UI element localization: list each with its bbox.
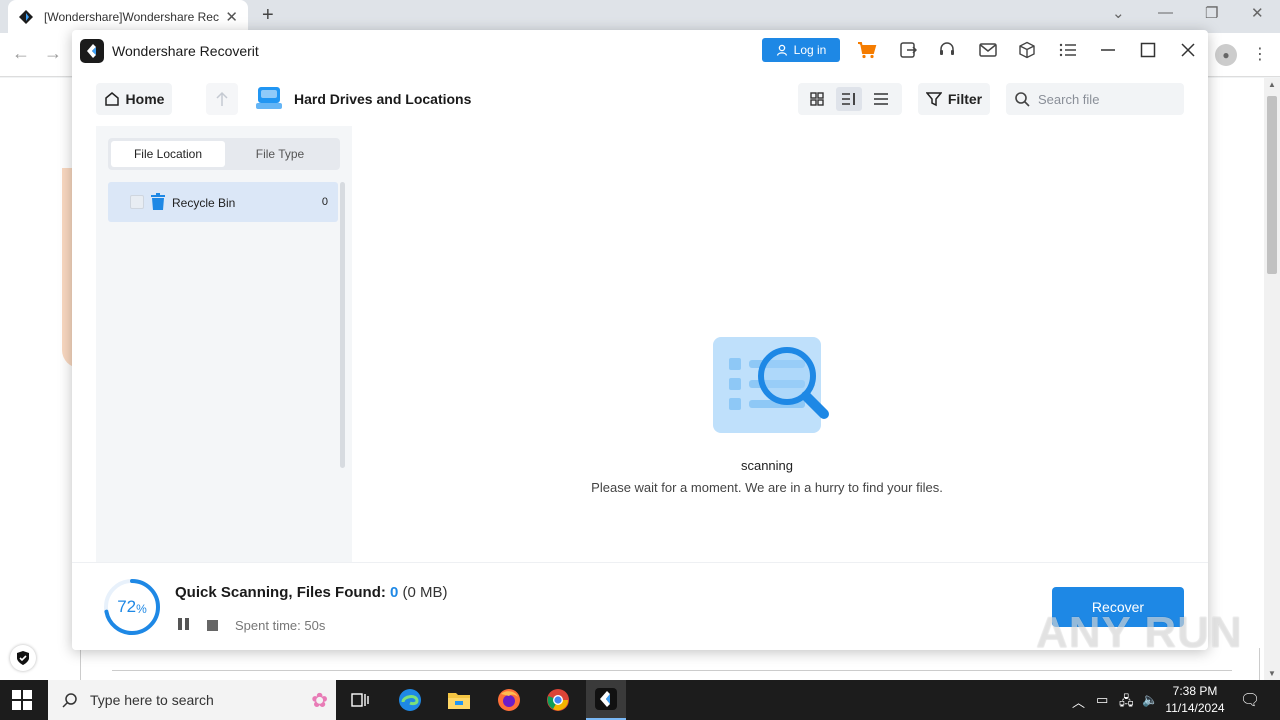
file-explorer-icon[interactable]: [439, 686, 479, 714]
browser-tab[interactable]: [Wondershare]Wondershare Rec ✕: [8, 0, 248, 33]
scanning-status-message: Please wait for a moment. We are in a hu…: [591, 480, 943, 495]
taskbar-search-placeholder: Type here to search: [90, 692, 214, 708]
files-found-size: (0 MB): [402, 584, 448, 601]
notification-icon[interactable]: 🗨: [1240, 690, 1260, 710]
app-minimize-icon[interactable]: [1097, 39, 1119, 61]
taskbar-search-box[interactable]: Type here to search ✿: [48, 680, 336, 720]
recoverit-favicon-icon: [19, 9, 33, 24]
cart-icon[interactable]: [856, 39, 878, 61]
tree-item-recycle-bin[interactable]: Recycle Bin 0: [108, 182, 338, 222]
lotus-search-highlight-icon: ✿: [311, 689, 328, 712]
clock-date: 11/14/2024: [1165, 701, 1225, 715]
chrome-icon[interactable]: [538, 686, 578, 714]
tab-file-location[interactable]: File Location: [111, 141, 225, 167]
clock-time: 7:38 PM: [1172, 684, 1218, 698]
firefox-icon[interactable]: [489, 686, 529, 714]
edge-icon[interactable]: [390, 686, 430, 714]
login-button[interactable]: Log in: [762, 38, 840, 62]
mail-icon[interactable]: [977, 39, 999, 61]
browser-restore-icon[interactable]: ❐: [1205, 4, 1218, 22]
up-arrow-button[interactable]: [206, 83, 238, 115]
app-maximize-icon[interactable]: [1137, 39, 1159, 61]
location-title: Hard Drives and Locations: [294, 91, 472, 107]
grid-view-icon[interactable]: [804, 87, 830, 111]
pause-icon[interactable]: [178, 618, 192, 632]
list-view-icon[interactable]: [868, 87, 894, 111]
tab-close-icon[interactable]: ✕: [225, 8, 238, 26]
shield-check-icon[interactable]: [10, 645, 36, 671]
scanning-illustration-icon: [713, 337, 829, 433]
progress-value: 72: [117, 597, 137, 616]
recycle-bin-icon: [151, 193, 165, 210]
scrollbar-thumb[interactable]: [1267, 96, 1277, 274]
export-icon[interactable]: [897, 39, 919, 61]
browser-minimize-icon[interactable]: —: [1158, 4, 1173, 21]
files-found-count: 0: [390, 584, 399, 601]
battery-icon[interactable]: ▭: [1096, 692, 1108, 708]
recycle-bin-checkbox[interactable]: [130, 195, 144, 209]
search-box: [1006, 83, 1184, 115]
windows-taskbar: Type here to search ✿ ︿ ▭ 🖧 🔈 7:38 PM 11…: [0, 680, 1280, 720]
scroll-up-icon[interactable]: ▲: [1268, 80, 1276, 89]
network-icon[interactable]: 🖧: [1119, 692, 1134, 714]
task-view-icon[interactable]: [340, 686, 380, 714]
app-toolbar: Home Hard Drives and Locations Filter: [72, 72, 1208, 126]
recoverit-window: Wondershare Recoverit Log in Home Hard D…: [72, 30, 1208, 650]
anyrun-watermark: ANY RUN: [1036, 608, 1243, 657]
hard-drive-icon: [256, 87, 282, 109]
profile-avatar-icon[interactable]: ●: [1215, 44, 1237, 66]
home-icon: [104, 92, 119, 106]
browser-tab-strip: [Wondershare]Wondershare Rec ✕ + ⌄ — ❐ ✕: [0, 0, 1280, 33]
filter-label: Filter: [947, 91, 983, 107]
forward-arrow-icon[interactable]: →: [44, 43, 62, 64]
progress-percent: 72%: [102, 577, 162, 637]
app-title-bar: Wondershare Recoverit Log in: [72, 30, 1208, 72]
recoverit-logo-icon: [80, 39, 104, 63]
app-title: Wondershare Recoverit: [112, 43, 259, 59]
page-divider: [112, 670, 1232, 671]
tree-item-count: 0: [321, 196, 328, 208]
back-arrow-icon[interactable]: ←: [12, 43, 30, 64]
user-icon: [776, 44, 787, 56]
detail-view-icon[interactable]: [836, 87, 862, 111]
up-arrow-icon: [216, 91, 228, 106]
sidebar-tab-switch: File Location File Type: [108, 138, 340, 170]
recoverit-taskbar-icon[interactable]: [586, 680, 626, 720]
browser-close-icon[interactable]: ✕: [1251, 4, 1264, 22]
menu-list-icon[interactable]: [1057, 39, 1079, 61]
tab-file-type[interactable]: File Type: [223, 141, 337, 167]
tab-search-chevron-icon[interactable]: ⌄: [1112, 4, 1125, 22]
headset-icon[interactable]: [936, 39, 958, 61]
cube-icon[interactable]: [1016, 39, 1038, 61]
scan-status-prefix: Quick Scanning, Files Found:: [175, 584, 386, 601]
search-icon: [1015, 92, 1030, 107]
view-mode-group: [798, 83, 902, 115]
stop-icon[interactable]: [207, 620, 218, 631]
sidebar-scrollbar[interactable]: [340, 182, 345, 468]
taskbar-search-icon: [62, 693, 77, 708]
filter-icon: [925, 92, 942, 107]
browser-menu-icon[interactable]: ⋮: [1252, 44, 1268, 64]
search-input[interactable]: [1038, 91, 1178, 107]
volume-icon[interactable]: 🔈: [1142, 692, 1158, 708]
scan-status-line: Quick Scanning, Files Found: 0 (0 MB): [175, 584, 448, 601]
scroll-down-icon[interactable]: ▼: [1268, 669, 1276, 678]
taskbar-clock[interactable]: 7:38 PM 11/14/2024: [1160, 683, 1230, 717]
tree-item-label: Recycle Bin: [172, 196, 236, 210]
progress-unit: %: [136, 602, 147, 616]
app-close-icon[interactable]: [1177, 39, 1199, 61]
login-label: Log in: [793, 43, 827, 57]
new-tab-button[interactable]: +: [262, 4, 274, 27]
tray-expand-icon[interactable]: ︿: [1072, 692, 1085, 711]
home-button[interactable]: Home: [96, 83, 172, 115]
filter-button[interactable]: Filter: [918, 83, 990, 115]
scanning-status-title: scanning: [740, 458, 794, 473]
browser-tab-title: [Wondershare]Wondershare Rec: [44, 9, 219, 24]
file-tree-sidebar: File Location File Type Recycle Bin 0: [96, 126, 352, 566]
page-scrollbar[interactable]: ▲ ▼: [1264, 78, 1280, 680]
home-label: Home: [125, 91, 165, 107]
spent-time: Spent time: 50s: [235, 618, 326, 633]
windows-start-icon[interactable]: [12, 690, 32, 710]
